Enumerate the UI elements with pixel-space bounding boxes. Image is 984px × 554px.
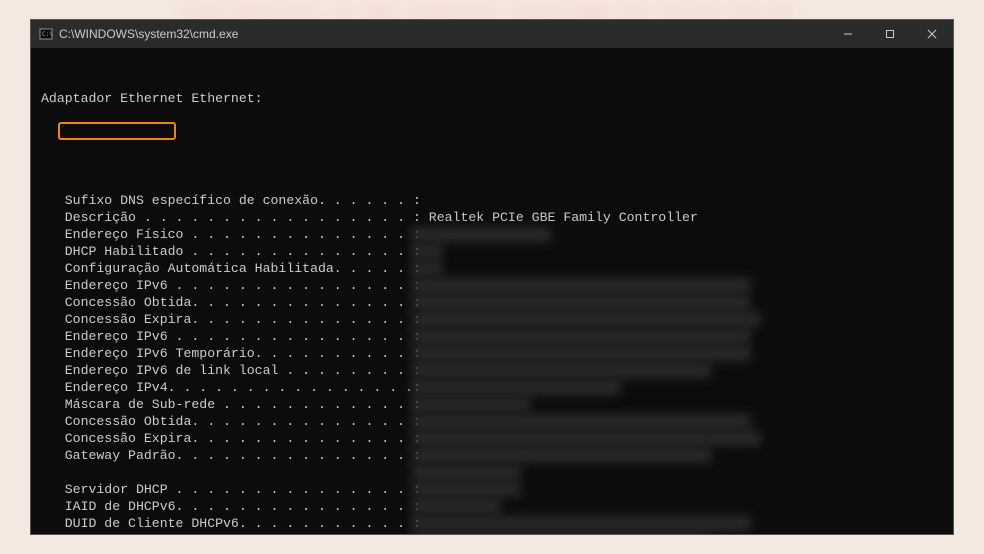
blurred-value bbox=[411, 329, 751, 344]
output-line: Concessão Obtida. . . . . . . . . . . . … bbox=[41, 294, 943, 311]
blurred-value bbox=[411, 261, 443, 276]
output-line: Servidor DHCP . . . . . . . . . . . . . … bbox=[41, 481, 943, 498]
output-line: Endereço IPv4. . . . . . . . . . . . . .… bbox=[41, 379, 943, 396]
blurred-value bbox=[411, 380, 621, 395]
blurred-value bbox=[411, 397, 531, 412]
output-line: Endereço IPv6 . . . . . . . . . . . . . … bbox=[41, 328, 943, 345]
window-title: C:\WINDOWS\system32\cmd.exe bbox=[59, 27, 238, 41]
highlight-endereco-fisico bbox=[58, 122, 176, 140]
blurred-value bbox=[411, 227, 551, 242]
blurred-value bbox=[411, 295, 751, 310]
titlebar[interactable]: C:\ C:\WINDOWS\system32\cmd.exe bbox=[31, 20, 953, 48]
blank-line bbox=[41, 141, 943, 158]
terminal-output[interactable]: Adaptador Ethernet Ethernet: Sufixo DNS … bbox=[31, 48, 953, 535]
window-controls bbox=[827, 20, 953, 48]
output-line: Servidores DNS. . . . . . . . . . . . . … bbox=[41, 532, 943, 535]
blurred-value bbox=[411, 448, 711, 463]
cmd-icon: C:\ bbox=[39, 27, 53, 41]
blurred-value bbox=[411, 278, 751, 293]
blurred-value bbox=[411, 346, 751, 361]
output-line: Endereço IPv6 Temporário. . . . . . . . … bbox=[41, 345, 943, 362]
output-line: DUID de Cliente DHCPv6. . . . . . . . . … bbox=[41, 515, 943, 532]
blurred-value bbox=[411, 312, 761, 327]
output-line: Sufixo DNS específico de conexão. . . . … bbox=[41, 192, 943, 209]
output-line: Concessão Expira. . . . . . . . . . . . … bbox=[41, 430, 943, 447]
blurred-value bbox=[411, 363, 711, 378]
output-line: Máscara de Sub-rede . . . . . . . . . . … bbox=[41, 396, 943, 413]
blurred-value bbox=[411, 533, 711, 535]
output-line: Descrição . . . . . . . . . . . . . . . … bbox=[41, 209, 943, 226]
blurred-value bbox=[411, 499, 501, 514]
output-line: Gateway Padrão. . . . . . . . . . . . . … bbox=[41, 447, 943, 464]
output-line: Endereço IPv6 . . . . . . . . . . . . . … bbox=[41, 277, 943, 294]
blurred-value bbox=[411, 465, 521, 480]
close-button[interactable] bbox=[911, 20, 953, 48]
maximize-button[interactable] bbox=[869, 20, 911, 48]
output-value: Realtek PCIe GBE Family Controller bbox=[421, 210, 698, 225]
svg-text:C:\: C:\ bbox=[42, 31, 53, 38]
output-line bbox=[41, 464, 943, 481]
output-line: Concessão Expira. . . . . . . . . . . . … bbox=[41, 311, 943, 328]
blurred-value bbox=[411, 244, 443, 259]
output-line: Concessão Obtida. . . . . . . . . . . . … bbox=[41, 413, 943, 430]
output-line: Endereço Físico . . . . . . . . . . . . … bbox=[41, 226, 943, 243]
output-line: Configuração Automática Habilitada. . . … bbox=[41, 260, 943, 277]
adapter-header: Adaptador Ethernet Ethernet: bbox=[41, 90, 943, 107]
output-line: Endereço IPv6 de link local . . . . . . … bbox=[41, 362, 943, 379]
blurred-value bbox=[411, 431, 761, 446]
blurred-value bbox=[411, 516, 751, 531]
blurred-value bbox=[411, 482, 521, 497]
output-line: DHCP Habilitado . . . . . . . . . . . . … bbox=[41, 243, 943, 260]
output-line: IAID de DHCPv6. . . . . . . . . . . . . … bbox=[41, 498, 943, 515]
minimize-button[interactable] bbox=[827, 20, 869, 48]
cmd-window: C:\ C:\WINDOWS\system32\cmd.exe Adaptado… bbox=[30, 19, 954, 535]
blurred-value bbox=[411, 414, 751, 429]
